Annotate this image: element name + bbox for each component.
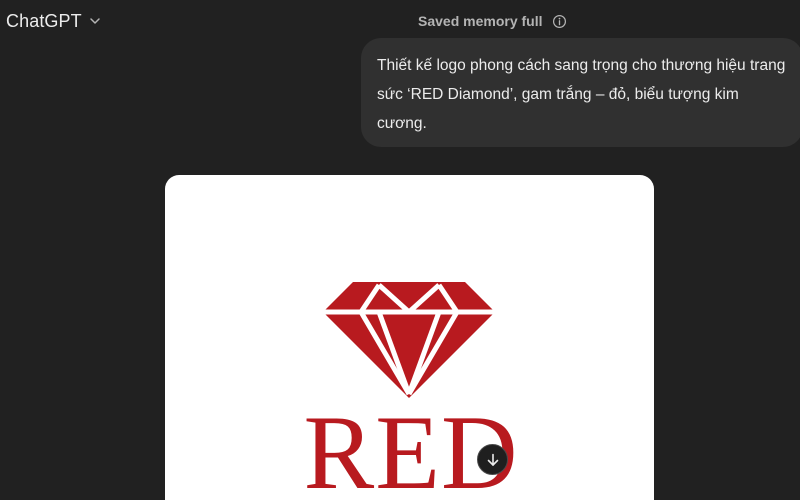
user-message-bubble: Thiết kế logo phong cách sang trọng cho … — [361, 38, 800, 147]
chevron-down-icon — [89, 18, 100, 24]
chat-app: ChatGPT Saved memory full Thiết kế logo … — [0, 0, 800, 500]
model-selector-button[interactable]: ChatGPT — [0, 6, 108, 36]
diamond-icon — [323, 282, 495, 398]
scroll-to-bottom-button[interactable] — [477, 444, 508, 475]
user-message-text: Thiết kế logo phong cách sang trọng cho … — [377, 57, 786, 132]
info-icon[interactable] — [552, 14, 567, 29]
memory-status-text: Saved memory full — [418, 13, 543, 29]
memory-status: Saved memory full — [418, 11, 567, 31]
arrow-down-icon — [487, 453, 498, 466]
generated-image[interactable]: RED — [165, 175, 654, 500]
model-name: ChatGPT — [6, 10, 82, 31]
